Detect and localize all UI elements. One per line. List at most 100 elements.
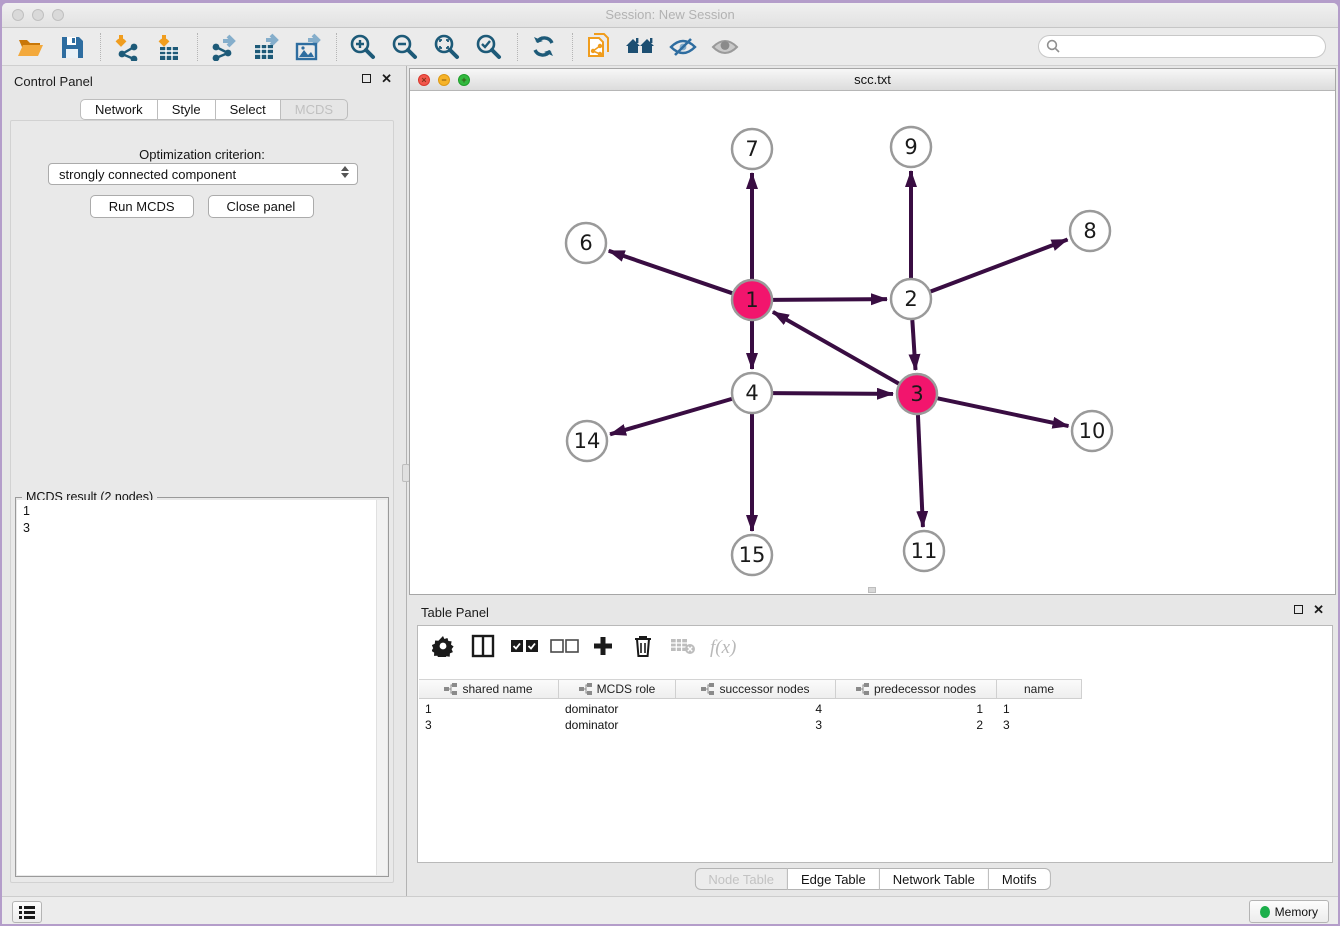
float-panel-icon[interactable] <box>362 74 371 83</box>
graph-edge-3-1[interactable] <box>773 312 899 384</box>
network-canvas[interactable]: 7968124314101511 <box>410 91 1335 594</box>
toolbar-separator <box>517 33 518 61</box>
refresh-icon[interactable] <box>526 32 562 62</box>
graph-node-label-10: 10 <box>1079 419 1106 443</box>
delete-column-icon[interactable] <box>630 634 656 663</box>
cell-predecessor-nodes[interactable]: 1 <box>836 701 997 717</box>
graph-edge-4-3[interactable] <box>773 393 893 394</box>
search-container <box>1038 35 1326 58</box>
import-network-icon[interactable] <box>109 32 145 62</box>
graph-edge-2-3[interactable] <box>912 320 915 370</box>
main-content: Control Panel ✕ Network Style Select MCD… <box>2 66 1338 896</box>
cell-mcds-role[interactable]: dominator <box>559 717 676 733</box>
deselect-all-icon[interactable] <box>550 638 576 659</box>
home-networks-icon[interactable] <box>623 32 659 62</box>
table-settings-gear-icon[interactable] <box>430 635 456 662</box>
namespace-icon <box>579 683 592 695</box>
show-task-history-button[interactable] <box>12 901 42 923</box>
graph-edge-2-8[interactable] <box>931 240 1068 292</box>
delete-table-icon <box>670 637 696 660</box>
tab-mcds[interactable]: MCDS <box>281 99 348 120</box>
select-all-icon[interactable] <box>510 638 536 659</box>
cell-name[interactable]: 1 <box>997 701 1082 717</box>
control-panel-title: Control Panel <box>14 74 93 89</box>
graph-edge-3-11[interactable] <box>918 415 923 527</box>
status-bar: Memory <box>2 896 1338 924</box>
network-resize-grip[interactable] <box>868 587 876 593</box>
tab-network-table[interactable]: Network Table <box>880 868 989 890</box>
table-panel: Table Panel ✕ <box>409 599 1336 896</box>
graph-edge-4-14[interactable] <box>610 399 732 434</box>
export-network-icon[interactable] <box>206 32 242 62</box>
graph-edge-1-2[interactable] <box>773 299 887 300</box>
graph-edge-1-6[interactable] <box>609 251 732 293</box>
network-graph[interactable]: 7968124314101511 <box>410 91 1335 594</box>
table-toolbar: f(x) <box>418 626 1332 670</box>
graph-node-label-3: 3 <box>910 382 923 406</box>
cell-successor-nodes[interactable]: 4 <box>676 701 836 717</box>
close-panel-icon[interactable]: ✕ <box>381 74 392 83</box>
tab-motifs[interactable]: Motifs <box>989 868 1051 890</box>
cell-mcds-role[interactable]: dominator <box>559 701 676 717</box>
function-builder-icon: f(x) <box>710 637 736 659</box>
control-panel: Control Panel ✕ Network Style Select MCD… <box>2 66 406 896</box>
table-panel-title: Table Panel <box>421 605 489 620</box>
column-header-mcds-role[interactable]: MCDS role <box>559 680 676 698</box>
table-row[interactable]: 3 dominator 3 2 3 <box>419 717 1082 733</box>
zoom-fit-icon[interactable] <box>429 32 465 62</box>
table-row[interactable]: 1 dominator 4 1 1 <box>419 701 1082 717</box>
tab-style[interactable]: Style <box>158 99 216 120</box>
open-file-icon[interactable] <box>12 32 48 62</box>
mcds-result-list[interactable]: 1 3 <box>17 500 376 875</box>
float-table-panel-icon[interactable] <box>1294 605 1303 614</box>
cell-shared-name[interactable]: 3 <box>419 717 559 733</box>
close-table-panel-icon[interactable]: ✕ <box>1313 605 1324 614</box>
search-input[interactable] <box>1038 35 1326 58</box>
criterion-value: strongly connected component <box>59 167 236 182</box>
save-session-icon[interactable] <box>54 32 90 62</box>
cell-predecessor-nodes[interactable]: 2 <box>836 717 997 733</box>
toggle-visibility-icon[interactable] <box>665 32 701 62</box>
import-table-icon[interactable] <box>151 32 187 62</box>
zoom-in-icon[interactable] <box>345 32 381 62</box>
criterion-select[interactable]: strongly connected component <box>48 163 358 185</box>
show-columns-icon[interactable] <box>470 634 496 663</box>
tab-node-table[interactable]: Node Table <box>694 868 788 890</box>
toolbar-separator <box>572 33 573 61</box>
window-title: Session: New Session <box>2 7 1338 22</box>
cell-shared-name[interactable]: 1 <box>419 701 559 717</box>
app-window: Session: New Session <box>2 3 1338 924</box>
run-mcds-button[interactable]: Run MCDS <box>90 195 194 218</box>
clone-network-icon[interactable] <box>581 32 617 62</box>
close-panel-button[interactable]: Close panel <box>208 195 315 218</box>
graph-edge-3-10[interactable] <box>938 398 1069 426</box>
zoom-out-icon[interactable] <box>387 32 423 62</box>
tab-select[interactable]: Select <box>216 99 281 120</box>
table-header-row: shared name MCDS role successor nodes pr… <box>419 679 1082 699</box>
export-table-icon[interactable] <box>248 32 284 62</box>
graph-node-label-1: 1 <box>745 288 758 312</box>
tab-edge-table[interactable]: Edge Table <box>788 868 880 890</box>
graph-node-label-15: 15 <box>739 543 766 567</box>
add-column-icon[interactable] <box>590 635 616 662</box>
column-header-predecessor-nodes[interactable]: predecessor nodes <box>836 680 997 698</box>
result-scrollbar[interactable] <box>376 500 387 875</box>
table-tabs: Node Table Edge Table Network Table Moti… <box>694 868 1050 890</box>
memory-status-icon <box>1260 906 1270 918</box>
zoom-selected-icon[interactable] <box>471 32 507 62</box>
column-header-name[interactable]: name <box>997 680 1082 698</box>
eye-icon[interactable] <box>707 32 743 62</box>
network-window-titlebar[interactable]: × − + scc.txt <box>410 69 1335 91</box>
memory-button[interactable]: Memory <box>1249 900 1329 923</box>
graph-node-label-9: 9 <box>904 135 917 159</box>
column-header-shared-name[interactable]: shared name <box>419 680 559 698</box>
export-image-icon[interactable] <box>290 32 326 62</box>
tab-network[interactable]: Network <box>80 99 158 120</box>
search-icon <box>1046 39 1061 54</box>
cell-successor-nodes[interactable]: 3 <box>676 717 836 733</box>
namespace-icon <box>444 683 457 695</box>
cell-name[interactable]: 3 <box>997 717 1082 733</box>
column-header-successor-nodes[interactable]: successor nodes <box>676 680 836 698</box>
select-stepper-icon <box>339 166 351 178</box>
network-window-title: scc.txt <box>410 72 1335 87</box>
